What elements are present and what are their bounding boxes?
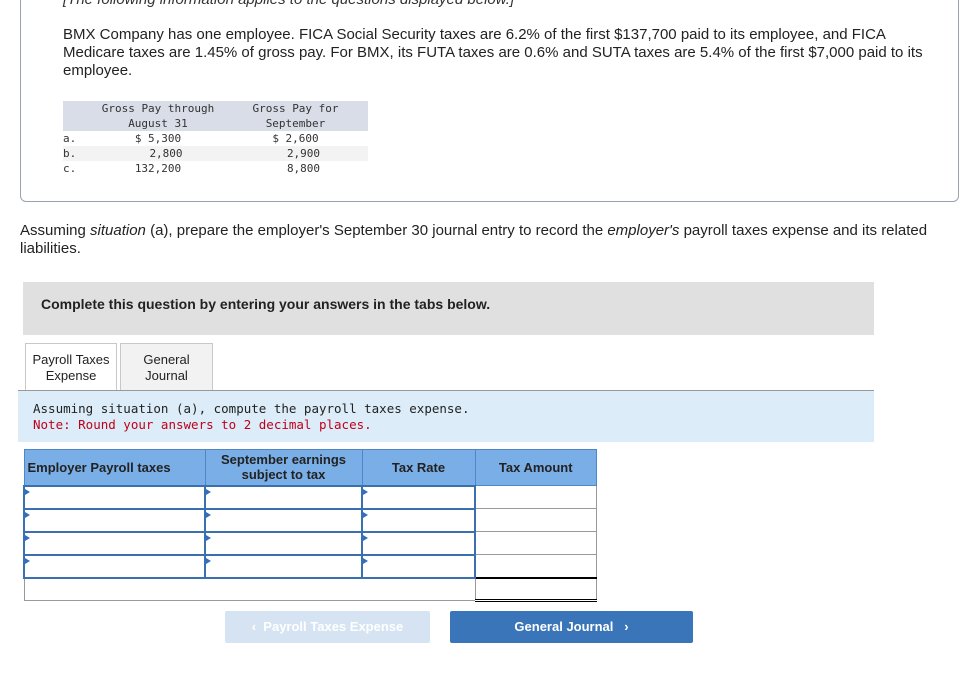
info-heading: [The following information applies to th… xyxy=(63,0,514,8)
col-header: Gross Pay through August 31 xyxy=(93,101,223,131)
chevron-left-icon: ‹ xyxy=(251,619,264,634)
table-row xyxy=(23,484,597,510)
tax-amount-cell xyxy=(474,508,597,532)
tax-rate-input[interactable] xyxy=(361,553,476,579)
table-row: c. 132,200 8,800 xyxy=(63,161,368,176)
table-row: a. $ 5,300 $ 2,600 xyxy=(63,131,368,146)
cell: 2,800 xyxy=(93,146,223,161)
tax-amount-cell xyxy=(474,531,597,555)
cell: 132,200 xyxy=(134,162,182,175)
instructions-text: Assuming situation (a), compute the payr… xyxy=(33,401,470,416)
gross-pay-table: Gross Pay through August 31 Gross Pay for… xyxy=(63,101,368,176)
tax-rate-input[interactable] xyxy=(361,484,476,510)
tab-payroll-taxes-expense[interactable]: Payroll Taxes Expense xyxy=(25,343,117,390)
payroll-taxes-worksheet: Employer Payroll taxes September earning… xyxy=(23,449,597,602)
total-row xyxy=(23,576,597,602)
total-amount-cell xyxy=(474,576,597,602)
instruction-banner: Complete this question by entering your … xyxy=(23,282,874,335)
earnings-input[interactable] xyxy=(204,530,363,556)
row-label: a. xyxy=(63,132,77,145)
tax-rate-input[interactable] xyxy=(361,530,476,556)
table-row xyxy=(23,553,597,579)
tax-name-input[interactable] xyxy=(23,484,206,510)
table-row: b. 2,800 2,900 xyxy=(63,146,368,161)
table-row xyxy=(23,507,597,533)
tax-name-input[interactable] xyxy=(23,553,206,579)
rounding-note: Note: Round your answers to 2 decimal pl… xyxy=(33,417,372,432)
col-header-tax-rate: Tax Rate xyxy=(361,449,476,486)
col-header xyxy=(63,101,93,131)
table-row xyxy=(23,530,597,556)
col-header-september-earnings: September earnings subject to tax xyxy=(204,449,363,486)
total-label-cell xyxy=(23,577,476,601)
earnings-input[interactable] xyxy=(204,507,363,533)
next-button[interactable]: General Journal › xyxy=(450,611,693,643)
col-header-employer-payroll-taxes: Employer Payroll taxes xyxy=(23,449,206,486)
tax-name-input[interactable] xyxy=(23,530,206,556)
instructions-panel: Assuming situation (a), compute the payr… xyxy=(18,391,874,442)
col-header: Gross Pay for September xyxy=(223,101,368,131)
earnings-input[interactable] xyxy=(204,484,363,510)
prev-button[interactable]: ‹ Payroll Taxes Expense xyxy=(225,611,430,643)
row-label: b. xyxy=(63,146,93,161)
chevron-right-icon: › xyxy=(613,619,629,634)
cell: 8,800 xyxy=(286,162,321,175)
cell: $ 2,600 xyxy=(272,132,319,145)
tab-general-journal[interactable]: General Journal xyxy=(120,343,213,390)
col-header-tax-amount: Tax Amount xyxy=(474,449,597,486)
tax-name-input[interactable] xyxy=(23,507,206,533)
earnings-input[interactable] xyxy=(204,553,363,579)
row-label: c. xyxy=(63,162,77,175)
problem-text: BMX Company has one employee. FICA Socia… xyxy=(63,26,923,79)
tax-amount-cell xyxy=(474,554,597,578)
tax-rate-input[interactable] xyxy=(361,507,476,533)
cell: 2,900 xyxy=(223,146,368,161)
question-text: Assuming situation (a), prepare the empl… xyxy=(20,222,928,257)
cell: $ 5,300 xyxy=(134,132,182,145)
tax-amount-cell xyxy=(474,485,597,509)
